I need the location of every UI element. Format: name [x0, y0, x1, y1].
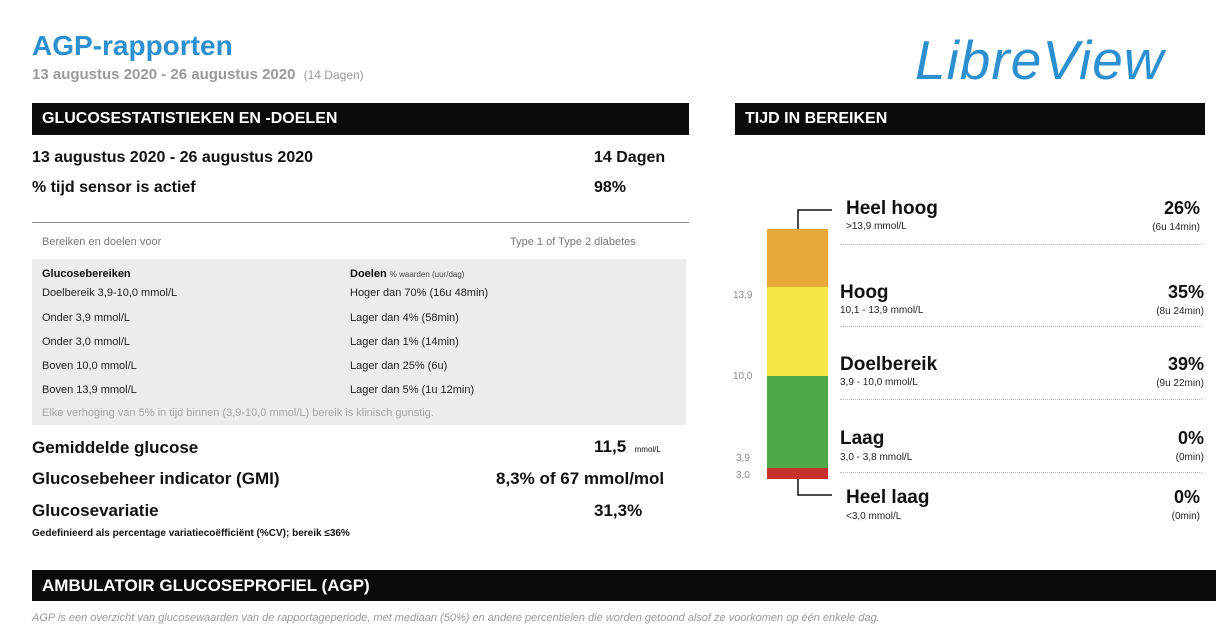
range-very-high-dur: (6u 14min) [1152, 222, 1200, 233]
cv-value: 31,3% [594, 501, 643, 520]
days-count: (14 Dagen) [303, 68, 364, 82]
divider [840, 399, 1202, 400]
stats-section-header: GLUCOSESTATISTIEKEN EN -DOELEN [32, 103, 689, 135]
range-very-low-sub: <3,0 mmol/L [846, 511, 902, 522]
divider [840, 326, 1202, 327]
goal-target: Lager dan 4% (58min) [350, 312, 459, 324]
tir-section-header: TIJD IN BEREIKEN [735, 103, 1205, 135]
range-high-pct: 35% [1167, 282, 1204, 302]
range-high-name: Hoog [840, 282, 889, 303]
date-range-text: 13 augustus 2020 - 26 augustus 2020 [32, 66, 296, 83]
tir-segment-low [767, 468, 828, 479]
gmi-value: 8,3% of 67 mmol/mol [496, 469, 665, 488]
goal-range: Boven 10,0 mmol/L [42, 360, 137, 372]
ranges-label: Bereiken en doelen voor [42, 236, 162, 248]
goals-note: Elke verhoging van 5% in tijd binnen (3,… [42, 407, 434, 419]
period-label: 13 augustus 2020 - 26 augustus 2020 [32, 149, 314, 166]
range-high-sub: 10,1 - 13,9 mmol/L [840, 305, 924, 316]
goal-target: Lager dan 1% (14min) [350, 336, 459, 348]
sensor-active-value: 98% [594, 179, 627, 196]
goals-table: Glucosebereiken Doelen % waarden (uur/da… [32, 259, 686, 425]
tick-13-9: 13,9 [733, 290, 753, 301]
tick-10-0: 10,0 [733, 371, 753, 382]
goal-range: Onder 3,0 mmol/L [42, 336, 131, 348]
mean-glucose-label: Gemiddelde glucose [32, 438, 199, 457]
divider [32, 222, 689, 223]
range-very-low-pct: 0% [1173, 487, 1200, 507]
tir-segment-target [767, 376, 828, 468]
agp-section-header: AMBULATOIR GLUCOSEPROFIEL (AGP) [32, 570, 1216, 601]
very-low-connector [797, 479, 832, 496]
ranges-type: Type 1 of Type 2 diabetes [510, 236, 636, 248]
libreview-logo: LibreView [915, 29, 1165, 91]
tick-3-9: 3,9 [736, 453, 750, 464]
tick-3-0: 3,0 [736, 470, 750, 481]
range-very-low-name: Heel laag [846, 487, 930, 508]
tir-segment-high [767, 287, 828, 376]
range-low-pct: 0% [1177, 428, 1204, 448]
cv-label: Glucosevariatie [32, 501, 159, 520]
range-low-name: Laag [840, 428, 885, 449]
divider [840, 472, 1202, 473]
range-low-sub: 3,0 - 3,8 mmol/L [840, 452, 913, 463]
goals-header-goals-text: Doelen [350, 268, 387, 280]
very-high-connector [797, 209, 832, 229]
goal-range: Boven 13,9 mmol/L [42, 384, 137, 396]
range-target-pct: 39% [1167, 354, 1204, 374]
range-high-dur: (8u 24min) [1156, 306, 1204, 317]
mean-glucose-number: 11,5 [594, 437, 627, 456]
goals-header-ranges: Glucosebereiken [42, 268, 131, 280]
mean-glucose-value: 11,5 mmol/L [594, 437, 661, 457]
report-title: AGP-rapporten [32, 30, 233, 61]
agp-description: AGP is een overzicht van glucosewaarden … [32, 612, 880, 624]
period-value: 14 Dagen [594, 149, 666, 166]
range-target-sub: 3,9 - 10,0 mmol/L [840, 377, 918, 388]
goal-target: Hoger dan 70% (16u 48min) [350, 287, 489, 299]
goals-header-goals-unit: % waarden (uur/dag) [389, 270, 465, 279]
goal-target: Lager dan 25% (6u) [350, 360, 448, 372]
gmi-label: Glucosebeheer indicator (GMI) [32, 469, 280, 488]
report-date-range: 13 augustus 2020 - 26 augustus 2020 (14 … [32, 66, 364, 83]
sensor-active-label: % tijd sensor is actief [32, 179, 196, 196]
goals-header-goals: Doelen % waarden (uur/dag) [350, 268, 464, 280]
range-very-high-sub: >13,9 mmol/L [846, 221, 907, 232]
goal-range: Doelbereik 3,9-10,0 mmol/L [42, 287, 178, 299]
goal-target: Lager dan 5% (1u 12min) [350, 384, 475, 396]
range-target-name: Doelbereik [840, 354, 938, 375]
cv-note: Gedefinieerd als percentage variatiecoëf… [32, 528, 350, 539]
divider [840, 244, 1202, 245]
range-target-dur: (9u 22min) [1156, 378, 1204, 389]
range-very-low-dur: (0min) [1171, 511, 1200, 522]
range-low-dur: (0min) [1175, 452, 1204, 463]
mean-glucose-unit: mmol/L [634, 445, 661, 454]
range-very-high-name: Heel hoog [846, 198, 938, 219]
range-very-high-pct: 26% [1163, 198, 1200, 218]
tir-segment-very-high [767, 229, 828, 287]
goal-range: Onder 3,9 mmol/L [42, 312, 131, 324]
